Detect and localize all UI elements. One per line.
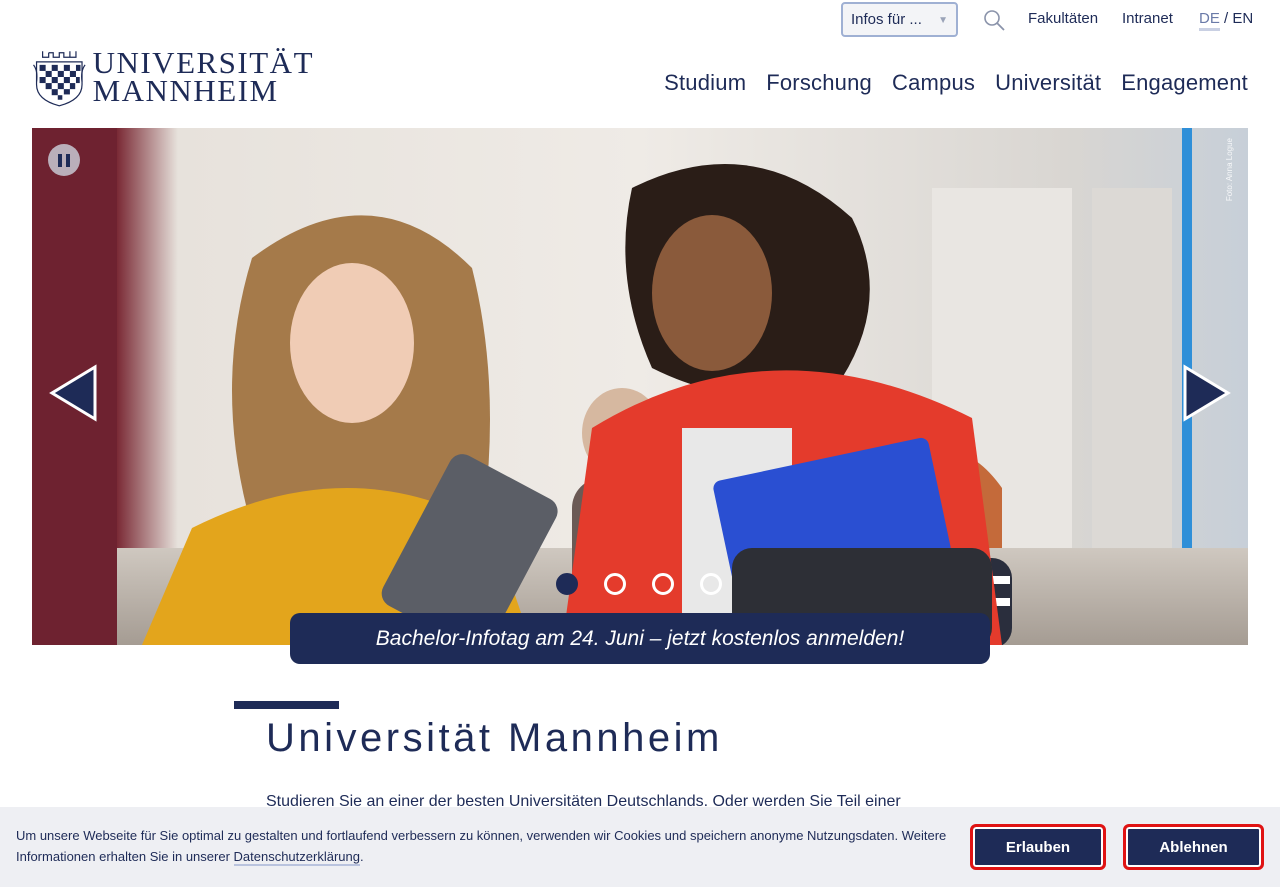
privacy-policy-link[interactable]: Datenschutzerklärung — [233, 849, 360, 866]
chevron-down-icon: ▼ — [938, 15, 948, 26]
infos-fuer-select-value: Infos für ... — [851, 11, 922, 28]
pause-icon[interactable] — [48, 144, 80, 176]
hero-banner-link[interactable]: Bachelor-Infotag am 24. Juni – jetzt kos… — [290, 613, 990, 664]
lang-separator: / — [1224, 10, 1229, 27]
page-title: Universität Mannheim — [266, 716, 723, 760]
logo-line-2: MANNHEIM — [92, 73, 279, 108]
slider-dot-1[interactable] — [556, 573, 578, 595]
slider-dot-3[interactable] — [652, 573, 674, 595]
arrow-left-icon[interactable] — [48, 364, 98, 422]
lang-de[interactable]: DE — [1199, 10, 1220, 31]
meta-link-intranet[interactable]: Intranet — [1122, 10, 1173, 27]
arrow-right-icon[interactable] — [1182, 364, 1232, 422]
nav-studium[interactable]: Studium — [664, 70, 746, 96]
nav-forschung[interactable]: Forschung — [766, 70, 872, 96]
main-navigation: Studium Forschung Campus Universität Eng… — [664, 70, 1248, 96]
university-crest-icon — [33, 51, 86, 107]
meta-link-fakultaeten[interactable]: Fakultäten — [1028, 10, 1098, 27]
deny-cookies-button[interactable]: Ablehnen — [1123, 824, 1264, 870]
photo-credit: Foto: Anna Logue — [1225, 138, 1234, 202]
slider-dot-4[interactable] — [700, 573, 722, 595]
title-accent-bar — [234, 701, 339, 709]
cookie-banner: Um unsere Webseite für Sie optimal zu ge… — [0, 807, 1280, 887]
logo-wordmark: UNIVERSITÄT MANNHEIM — [92, 47, 314, 108]
nav-engagement[interactable]: Engagement — [1121, 70, 1248, 96]
lang-en[interactable]: EN — [1232, 10, 1253, 27]
infos-fuer-select[interactable]: Infos für ... ▼ — [841, 2, 958, 37]
slider-dot-2[interactable] — [604, 573, 626, 595]
nav-universitaet[interactable]: Universität — [995, 70, 1101, 96]
cookie-text: Um unsere Webseite für Sie optimal zu ge… — [16, 825, 961, 867]
cookie-text-body: Um unsere Webseite für Sie optimal zu ge… — [16, 828, 947, 864]
allow-cookies-button[interactable]: Erlauben — [970, 824, 1106, 870]
search-icon[interactable] — [982, 8, 1006, 32]
cookie-text-end: . — [359, 849, 364, 864]
hero-image — [32, 128, 1248, 645]
hero-slider: Foto: Anna Logue — [32, 128, 1248, 645]
slider-dots — [556, 573, 722, 595]
university-logo[interactable]: UNIVERSITÄT MANNHEIM — [32, 36, 314, 118]
nav-campus[interactable]: Campus — [892, 70, 975, 96]
language-switcher: DE / EN — [1199, 10, 1253, 31]
